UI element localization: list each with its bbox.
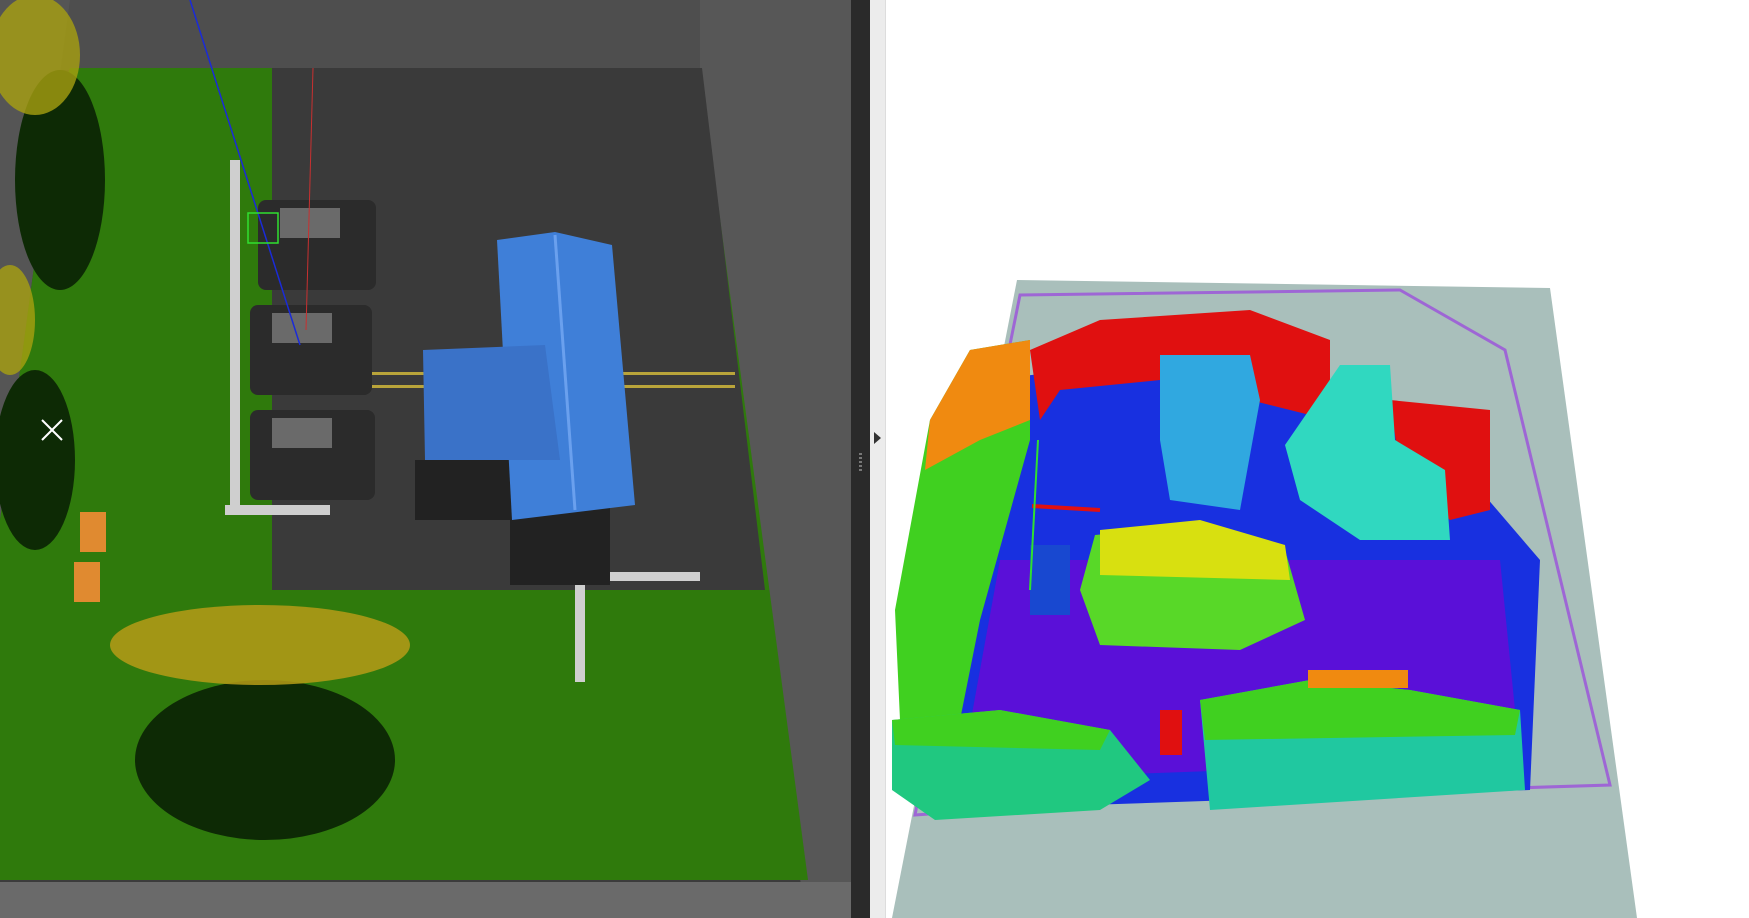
voxel-blue-block [1030,545,1070,615]
arrow-right-icon [874,432,881,444]
barrier [225,505,330,515]
bench [80,512,106,552]
collapse-panel-button[interactable] [870,0,886,918]
barrier [575,572,585,682]
suv-car [250,410,375,500]
wall-bottom [0,882,851,918]
rviz-octomap-view[interactable] [886,0,1749,918]
tree-shadow [135,680,395,840]
house-roof-wing [423,345,560,460]
voxel-red-block [1160,710,1182,755]
barrier [230,160,240,510]
splitter-grip-icon[interactable] [859,453,862,473]
bench [74,562,100,602]
panel-splitter[interactable] [851,0,870,918]
voxel-orange-block [1308,670,1408,688]
gazebo-simulation-view[interactable] [0,0,851,918]
tree-foliage [110,605,410,685]
suv-car [250,305,372,395]
